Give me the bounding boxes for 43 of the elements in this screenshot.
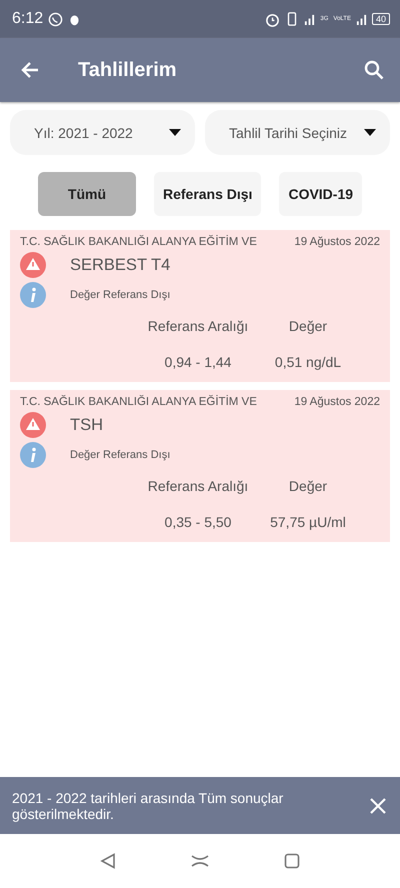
column-header: Referans Aralığı <box>148 478 248 494</box>
warning-icon <box>20 412 46 438</box>
result-value: 0,51 ng/dL <box>274 354 342 370</box>
result-date: 19 Ağustos 2022 <box>294 236 380 248</box>
info-icon <box>20 442 46 468</box>
reference-range: 0,94 - 1,44 <box>164 354 232 370</box>
dropdown[interactable]: Yıl: 2021 - 2022 <box>10 110 195 155</box>
home-icon[interactable] <box>191 855 209 867</box>
result-card[interactable]: T.C. SAĞLIK BAKANLIĞI ALANYA EĞİTİM VE 19 Ağustos 2022 TSH Değer Referans Dışı Referans Aralığı Değer 0,35 - 5,50 57,75 µU/ml <box>10 390 390 542</box>
signal-icon <box>304 14 316 24</box>
screen-title: Tahlillerim <box>78 58 178 82</box>
test-name: TSH <box>70 416 103 434</box>
dropdown[interactable]: Tahlil Tarihi Seçiniz <box>205 110 390 155</box>
filter-tab[interactable]: COVID-19 <box>279 172 362 216</box>
result-value: 57,75 µU/ml <box>270 514 346 530</box>
status-text: Değer Referans Dışı <box>70 449 170 461</box>
column-header: Değer <box>288 318 328 334</box>
hospital-name: T.C. SAĞLIK BAKANLIĞI ALANYA EĞİTİM VE <box>20 236 257 248</box>
clock-time: 6:12 <box>12 10 44 28</box>
warning-icon <box>20 252 46 278</box>
back-arrow-icon[interactable] <box>20 60 40 80</box>
search-icon[interactable] <box>364 60 384 80</box>
battery-indicator: 40 <box>372 13 390 25</box>
hospital-name: T.C. SAĞLIK BAKANLIĞI ALANYA EĞİTİM VE <box>20 396 257 408</box>
back-triangle-icon[interactable] <box>100 853 116 869</box>
result-date: 19 Ağustos 2022 <box>294 396 380 408</box>
filter-tab[interactable]: Referans Dışı <box>154 172 262 216</box>
snackbar-message: 2021 - 2022 tarihleri arasında Tüm sonuçlar gösterilmektedir. <box>12 790 284 822</box>
result-card[interactable]: T.C. SAĞLIK BAKANLIĞI ALANYA EĞİTİM VE 19 Ağustos 2022 SERBEST T4 Değer Referans Dışı Referans Aralığı Değer 0,94 - 1,44 0,51 ng/dL <box>10 230 390 382</box>
status-text: Değer Referans Dışı <box>70 289 170 301</box>
alarm-icon <box>265 12 280 26</box>
column-header: Değer <box>288 478 328 494</box>
close-icon[interactable] <box>370 798 386 814</box>
column-header: Referans Aralığı <box>148 318 248 334</box>
test-name: SERBEST T4 <box>70 256 170 274</box>
recents-icon[interactable] <box>284 853 300 869</box>
caret-icon <box>364 129 376 136</box>
reference-range: 0,35 - 5,50 <box>164 514 232 530</box>
filter-tab[interactable]: Tümü <box>38 172 136 216</box>
info-icon <box>20 282 46 308</box>
chat-icon <box>48 12 64 26</box>
caret-icon <box>169 129 181 136</box>
signal-icon <box>356 14 367 24</box>
